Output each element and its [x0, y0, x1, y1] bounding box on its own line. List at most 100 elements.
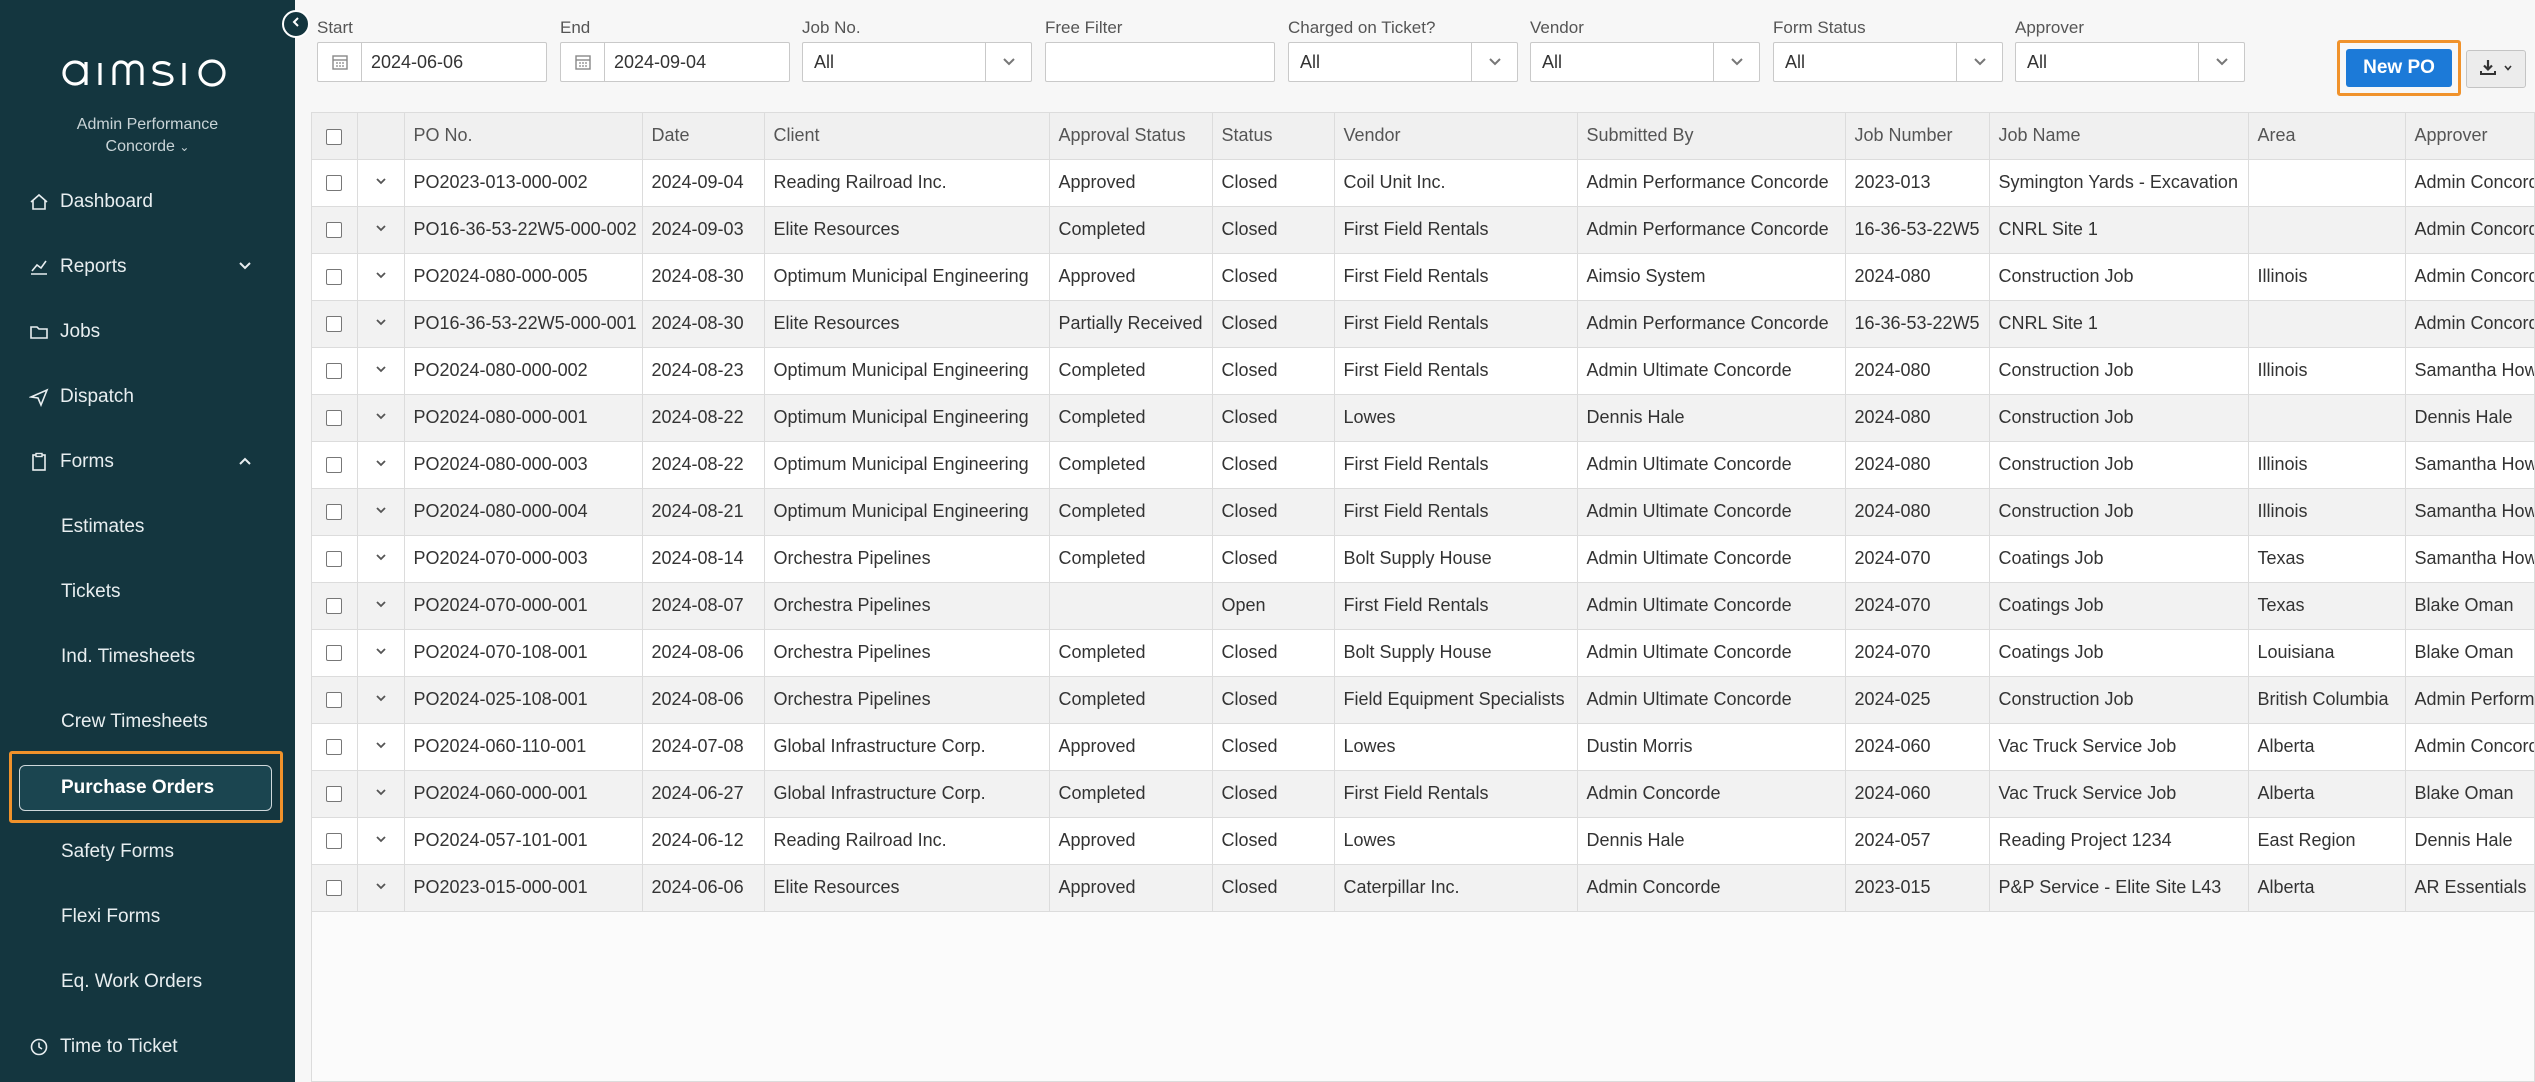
row-checkbox[interactable]	[326, 692, 343, 709]
chevron-down-icon[interactable]	[1713, 43, 1759, 81]
row-checkbox[interactable]	[326, 598, 343, 615]
start-date-input[interactable]: 2024-06-06	[317, 42, 547, 82]
column-header-status[interactable]: Status	[1212, 113, 1335, 160]
column-header-submitted-by[interactable]: Submitted By	[1577, 113, 1846, 160]
job-no-select[interactable]: All	[802, 42, 1032, 82]
row-select-cell[interactable]	[312, 535, 358, 583]
column-header-job-name[interactable]: Job Name	[1989, 113, 2249, 160]
row-checkbox[interactable]	[326, 739, 343, 756]
column-header-po-no[interactable]: PO No.	[404, 113, 643, 160]
row-expand-cell[interactable]	[357, 159, 405, 207]
chevron-down-icon[interactable]	[374, 877, 388, 897]
sidebar-subitem-purchase-orders[interactable]: Purchase Orders	[19, 765, 272, 811]
table-row[interactable]: PO2024-060-110-001 2024-07-08 Global Infra…	[312, 723, 2534, 771]
select-all-cell[interactable]	[312, 113, 358, 160]
chevron-down-icon[interactable]	[374, 172, 388, 192]
row-checkbox[interactable]	[326, 786, 343, 803]
row-expand-cell[interactable]	[357, 770, 405, 818]
table-row[interactable]: PO2024-070-000-003 2024-08-14 Orchestra Pi…	[312, 535, 2534, 583]
new-po-button[interactable]: New PO	[2346, 49, 2452, 87]
row-select-cell[interactable]	[312, 770, 358, 818]
row-expand-cell[interactable]	[357, 441, 405, 489]
column-header-approver[interactable]: Approver	[2405, 113, 2534, 160]
table-row[interactable]: PO2023-013-000-002 2024-09-04 Reading Rail…	[312, 159, 2534, 207]
sidebar-subitem-flexi-forms[interactable]: Flexi Forms	[0, 891, 295, 943]
chevron-down-icon[interactable]	[374, 313, 388, 333]
row-expand-cell[interactable]	[357, 394, 405, 442]
sidebar-subitem-crew-timesheets[interactable]: Crew Timesheets	[0, 696, 295, 748]
table-row[interactable]: PO2024-070-000-001 2024-08-07 Orchestra Pi…	[312, 582, 2534, 630]
table-row[interactable]: PO2024-080-000-002 2024-08-23 Optimum Muni…	[312, 347, 2534, 395]
calendar-icon[interactable]	[318, 43, 362, 81]
form-status-select[interactable]: All	[1773, 42, 2003, 82]
table-row[interactable]: PO2024-070-108-001 2024-08-06 Orchestra Pi…	[312, 629, 2534, 677]
collapse-sidebar-button[interactable]	[282, 10, 310, 38]
table-row[interactable]: PO2023-015-000-001 2024-06-06 Elite Resour…	[312, 864, 2534, 912]
chevron-down-icon[interactable]	[985, 43, 1031, 81]
row-checkbox[interactable]	[326, 269, 343, 286]
sidebar-subitem-estimates[interactable]: Estimates	[0, 501, 295, 553]
calendar-icon[interactable]	[561, 43, 605, 81]
column-header-date[interactable]: Date	[642, 113, 765, 160]
chevron-down-icon[interactable]	[374, 219, 388, 239]
row-expand-cell[interactable]	[357, 817, 405, 865]
row-expand-cell[interactable]	[357, 300, 405, 348]
row-select-cell[interactable]	[312, 159, 358, 207]
table-row[interactable]: PO16-36-53-22W5-000-002 2024-09-03 Elite R…	[312, 206, 2534, 254]
chevron-down-icon[interactable]	[374, 407, 388, 427]
row-select-cell[interactable]	[312, 206, 358, 254]
row-expand-cell[interactable]	[357, 206, 405, 254]
chevron-down-icon[interactable]	[374, 642, 388, 662]
sidebar-item-dispatch[interactable]: Dispatch	[0, 371, 295, 423]
row-select-cell[interactable]	[312, 253, 358, 301]
chevron-down-icon[interactable]	[374, 783, 388, 803]
chevron-down-icon[interactable]	[237, 258, 253, 280]
export-button[interactable]	[2466, 50, 2526, 88]
table-row[interactable]: PO2024-080-000-004 2024-08-21 Optimum Muni…	[312, 488, 2534, 536]
row-checkbox[interactable]	[326, 504, 343, 521]
chevron-down-icon[interactable]	[374, 454, 388, 474]
row-checkbox[interactable]	[326, 880, 343, 897]
row-select-cell[interactable]	[312, 347, 358, 395]
chevron-down-icon[interactable]	[374, 830, 388, 850]
column-header-area[interactable]: Area	[2248, 113, 2406, 160]
row-select-cell[interactable]	[312, 488, 358, 536]
sidebar-subitem-tickets[interactable]: Tickets	[0, 566, 295, 618]
table-row[interactable]: PO2024-080-000-001 2024-08-22 Optimum Muni…	[312, 394, 2534, 442]
row-expand-cell[interactable]	[357, 535, 405, 583]
row-checkbox[interactable]	[326, 316, 343, 333]
row-checkbox[interactable]	[326, 551, 343, 568]
row-checkbox[interactable]	[326, 363, 343, 380]
row-select-cell[interactable]	[312, 723, 358, 771]
sidebar-subitem-eq-work-orders[interactable]: Eq. Work Orders	[0, 956, 295, 1008]
sidebar-item-time-to-ticket[interactable]: Time to Ticket	[0, 1021, 295, 1073]
sidebar-subitem-ind-timesheets[interactable]: Ind. Timesheets	[0, 631, 295, 683]
row-expand-cell[interactable]	[357, 723, 405, 771]
row-expand-cell[interactable]	[357, 253, 405, 301]
row-select-cell[interactable]	[312, 864, 358, 912]
chevron-down-icon[interactable]	[1471, 43, 1517, 81]
select-all-checkbox[interactable]	[326, 128, 343, 145]
chevron-down-icon[interactable]	[374, 501, 388, 521]
row-select-cell[interactable]	[312, 300, 358, 348]
column-header-client[interactable]: Client	[764, 113, 1050, 160]
row-expand-cell[interactable]	[357, 629, 405, 677]
table-row[interactable]: PO2024-025-108-001 2024-08-06 Orchestra Pi…	[312, 676, 2534, 724]
row-checkbox[interactable]	[326, 222, 343, 239]
sidebar-item-reports[interactable]: Reports	[0, 241, 295, 293]
table-row[interactable]: PO2024-080-000-005 2024-08-30 Optimum Muni…	[312, 253, 2534, 301]
chevron-down-icon[interactable]	[374, 736, 388, 756]
row-expand-cell[interactable]	[357, 488, 405, 536]
table-row[interactable]: PO16-36-53-22W5-000-001 2024-08-30 Elite R…	[312, 300, 2534, 348]
chevron-down-icon[interactable]	[374, 689, 388, 709]
row-expand-cell[interactable]	[357, 864, 405, 912]
row-select-cell[interactable]	[312, 676, 358, 724]
chevron-down-icon[interactable]	[374, 360, 388, 380]
row-checkbox[interactable]	[326, 645, 343, 662]
row-expand-cell[interactable]	[357, 347, 405, 395]
chevron-down-icon[interactable]	[374, 548, 388, 568]
column-header-approval-status[interactable]: Approval Status	[1049, 113, 1213, 160]
chevron-up-icon[interactable]	[237, 453, 253, 475]
row-select-cell[interactable]	[312, 582, 358, 630]
table-row[interactable]: PO2024-060-000-001 2024-06-27 Global Infra…	[312, 770, 2534, 818]
